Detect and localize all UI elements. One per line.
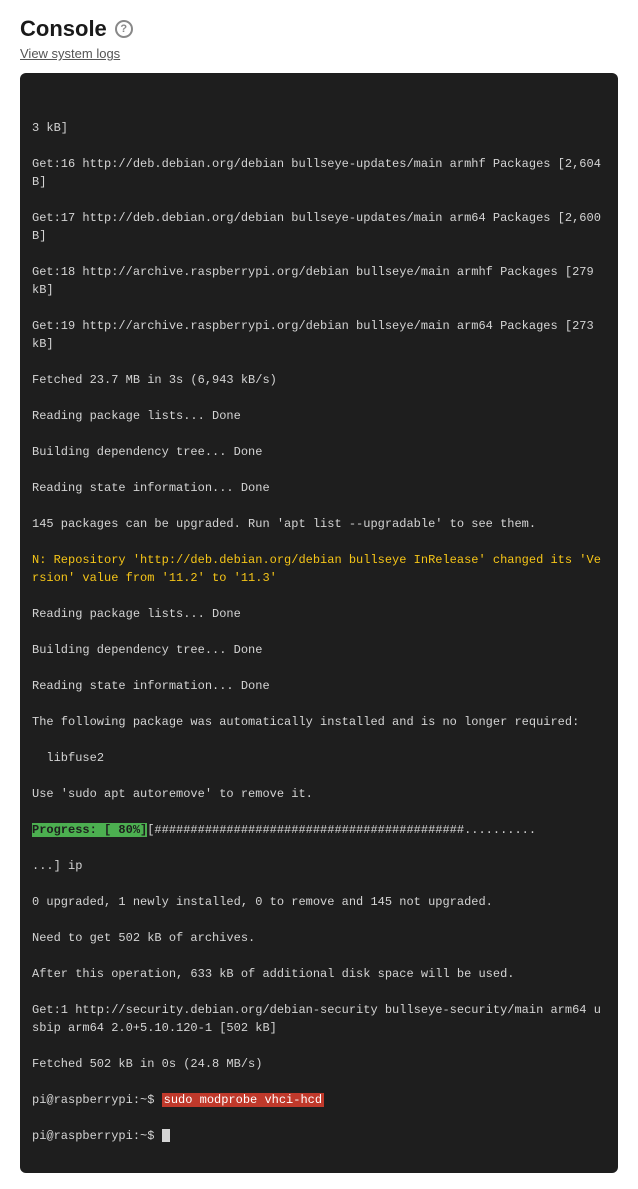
console-line: ...] ip xyxy=(32,857,606,875)
console-line: 0 upgraded, 1 newly installed, 0 to remo… xyxy=(32,893,606,911)
console-line: Get:1 http://security.debian.org/debian-… xyxy=(32,1001,606,1037)
console-line: Progress: [ 80%][#######################… xyxy=(32,821,606,839)
console-window: 3 kB] Get:16 http://deb.debian.org/debia… xyxy=(20,73,618,1173)
console-line: The following package was automatically … xyxy=(32,713,606,731)
console-line: pi@raspberrypi:~$ sudo modprobe vhci-hcd xyxy=(32,1091,606,1109)
console-line: After this operation, 633 kB of addition… xyxy=(32,965,606,983)
console-line: 3 kB] xyxy=(32,119,606,137)
console-line: Reading package lists... Done xyxy=(32,407,606,425)
console-line: libfuse2 xyxy=(32,749,606,767)
console-line: Need to get 502 kB of archives. xyxy=(32,929,606,947)
help-icon[interactable]: ? xyxy=(115,20,133,38)
console-line: Reading package lists... Done xyxy=(32,605,606,623)
console-line: Reading state information... Done xyxy=(32,479,606,497)
console-line: pi@raspberrypi:~$ xyxy=(32,1127,606,1145)
console-line: Fetched 23.7 MB in 3s (6,943 kB/s) xyxy=(32,371,606,389)
console-line: Get:17 http://deb.debian.org/debian bull… xyxy=(32,209,606,245)
header: Console ? xyxy=(20,16,618,42)
subtitle-link[interactable]: View system logs xyxy=(20,46,618,61)
console-line: Use 'sudo apt autoremove' to remove it. xyxy=(32,785,606,803)
console-line: Get:16 http://deb.debian.org/debian bull… xyxy=(32,155,606,191)
console-line: Get:19 http://archive.raspberrypi.org/de… xyxy=(32,317,606,353)
cursor xyxy=(162,1129,170,1142)
console-line: Fetched 502 kB in 0s (24.8 MB/s) xyxy=(32,1055,606,1073)
console-line: Building dependency tree... Done xyxy=(32,443,606,461)
console-line: Building dependency tree... Done xyxy=(32,641,606,659)
console-line: Get:18 http://archive.raspberrypi.org/de… xyxy=(32,263,606,299)
console-line: N: Repository 'http://deb.debian.org/deb… xyxy=(32,551,606,587)
page-title: Console xyxy=(20,16,107,42)
console-line: Reading state information... Done xyxy=(32,677,606,695)
page-container: Console ? View system logs 3 kB] Get:16 … xyxy=(0,0,638,1189)
console-line: 145 packages can be upgraded. Run 'apt l… xyxy=(32,515,606,533)
